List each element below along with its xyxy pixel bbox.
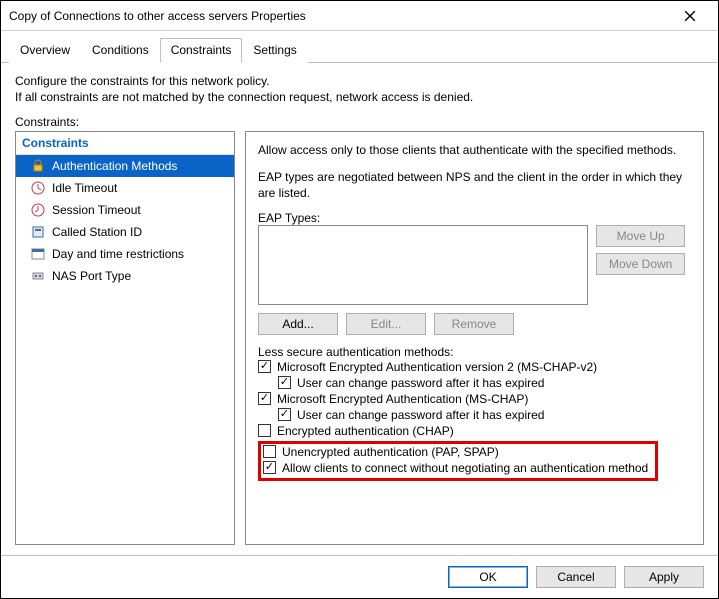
apply-button[interactable]: Apply (624, 566, 704, 588)
tree-item-idle-timeout[interactable]: Idle Timeout (16, 177, 234, 199)
checkbox-icon (258, 360, 271, 373)
eap-types-label: EAP Types: (258, 211, 691, 225)
tree-item-nas-port-type[interactable]: NAS Port Type (16, 265, 234, 287)
remove-button[interactable]: Remove (434, 313, 514, 335)
tree-item-label: Session Timeout (52, 203, 141, 217)
add-button[interactable]: Add... (258, 313, 338, 335)
dialog-footer: OK Cancel Apply (1, 555, 718, 598)
tree-item-label: NAS Port Type (52, 269, 131, 283)
eap-types-listbox[interactable] (258, 225, 588, 305)
eap-side-buttons: Move Up Move Down (596, 225, 685, 275)
panels: Constraints Authentication Methods Idle … (1, 131, 718, 555)
server-icon (30, 224, 46, 240)
checkbox-label: Microsoft Encrypted Authentication (MS-C… (277, 392, 528, 406)
tree-item-label: Authentication Methods (52, 159, 177, 173)
tree-item-day-time-restrictions[interactable]: Day and time restrictions (16, 243, 234, 265)
description-line2: If all constraints are not matched by th… (15, 89, 704, 105)
description: Configure the constraints for this netwo… (1, 63, 718, 111)
checkbox-icon (258, 424, 271, 437)
checkbox-label: Microsoft Encrypted Authentication versi… (277, 360, 597, 374)
tree-item-session-timeout[interactable]: Session Timeout (16, 199, 234, 221)
checkbox-label: Allow clients to connect without negotia… (282, 461, 648, 475)
checkbox-icon (263, 445, 276, 458)
tree-item-label: Idle Timeout (52, 181, 117, 195)
description-line1: Configure the constraints for this netwo… (15, 73, 704, 89)
session-icon (30, 202, 46, 218)
eap-button-row: Add... Edit... Remove (258, 313, 691, 335)
tree-item-called-station-id[interactable]: Called Station ID (16, 221, 234, 243)
detail-intro2: EAP types are negotiated between NPS and… (258, 169, 691, 201)
checkbox-allow-no-auth[interactable]: Allow clients to connect without negotia… (263, 460, 651, 476)
checkbox-label: User can change password after it has ex… (297, 408, 544, 422)
checkbox-mschap-expire[interactable]: User can change password after it has ex… (258, 407, 691, 423)
ok-button[interactable]: OK (448, 566, 528, 588)
move-up-button[interactable]: Move Up (596, 225, 685, 247)
checkbox-mschap[interactable]: Microsoft Encrypted Authentication (MS-C… (258, 391, 691, 407)
checkbox-icon (278, 408, 291, 421)
close-button[interactable] (670, 2, 710, 30)
checkbox-label: Encrypted authentication (CHAP) (277, 424, 454, 438)
clock-icon (30, 180, 46, 196)
lock-icon (30, 158, 46, 174)
checkbox-icon (278, 376, 291, 389)
checkbox-label: User can change password after it has ex… (297, 376, 544, 390)
move-down-button[interactable]: Move Down (596, 253, 685, 275)
eap-row: Move Up Move Down (258, 225, 691, 305)
tree-header: Constraints (16, 132, 234, 155)
constraints-label: Constraints: (1, 111, 718, 131)
checkbox-mschap2-expire[interactable]: User can change password after it has ex… (258, 375, 691, 391)
titlebar: Copy of Connections to other access serv… (1, 1, 718, 31)
cancel-button[interactable]: Cancel (536, 566, 616, 588)
detail-intro1: Allow access only to those clients that … (258, 142, 691, 158)
checkbox-pap[interactable]: Unencrypted authentication (PAP, SPAP) (263, 444, 651, 460)
tree-item-label: Day and time restrictions (52, 247, 184, 261)
less-secure-section: Less secure authentication methods: Micr… (258, 345, 691, 481)
tree-item-authentication-methods[interactable]: Authentication Methods (16, 155, 234, 177)
tree-item-label: Called Station ID (52, 225, 142, 239)
checkbox-label: Unencrypted authentication (PAP, SPAP) (282, 445, 499, 459)
tab-conditions[interactable]: Conditions (81, 38, 160, 63)
checkbox-mschap2[interactable]: Microsoft Encrypted Authentication versi… (258, 359, 691, 375)
checkbox-icon (263, 461, 276, 474)
checkbox-chap[interactable]: Encrypted authentication (CHAP) (258, 423, 691, 439)
port-icon (30, 268, 46, 284)
edit-button[interactable]: Edit... (346, 313, 426, 335)
calendar-icon (30, 246, 46, 262)
less-secure-label: Less secure authentication methods: (258, 345, 691, 359)
tab-constraints[interactable]: Constraints (160, 38, 243, 63)
tab-bar: Overview Conditions Constraints Settings (1, 31, 718, 63)
close-icon (684, 10, 696, 22)
highlighted-options: Unencrypted authentication (PAP, SPAP) A… (258, 441, 658, 481)
properties-window: Copy of Connections to other access serv… (0, 0, 719, 599)
constraints-tree: Constraints Authentication Methods Idle … (15, 131, 235, 545)
detail-panel: Allow access only to those clients that … (245, 131, 704, 545)
checkbox-icon (258, 392, 271, 405)
tab-settings[interactable]: Settings (242, 38, 307, 63)
window-title: Copy of Connections to other access serv… (9, 9, 670, 23)
tab-overview[interactable]: Overview (9, 38, 81, 63)
